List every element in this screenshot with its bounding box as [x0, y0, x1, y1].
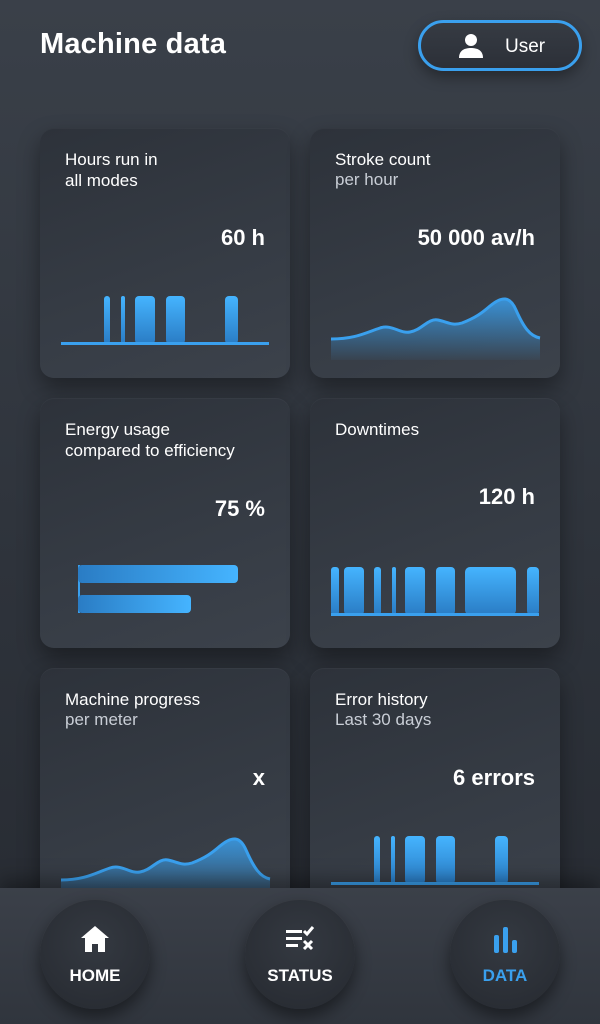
hours-bar-chart [61, 296, 269, 345]
bar [225, 296, 238, 344]
user-icon [459, 34, 483, 58]
user-button-label: User [505, 36, 546, 57]
baseline [61, 342, 269, 345]
baseline [331, 882, 539, 885]
user-button[interactable]: User [418, 20, 582, 71]
bar [374, 567, 381, 615]
baseline [331, 613, 539, 616]
bar [104, 296, 110, 344]
bar [436, 567, 455, 615]
bar-efficiency [78, 595, 191, 613]
area-fill [331, 298, 540, 360]
bar [405, 567, 425, 615]
downtimes-bar-chart [331, 567, 539, 616]
page-title: Machine data [40, 28, 227, 60]
bar [405, 836, 425, 884]
nav-status-label: STATUS [267, 966, 333, 985]
home-icon [81, 926, 109, 952]
bar-chart-icon [494, 927, 517, 953]
card-downtimes[interactable]: Downtimes 120 h [310, 398, 560, 648]
stroke-area-chart [330, 297, 541, 360]
checklist-icon [286, 926, 315, 951]
energy-horizontal-bar-chart [78, 565, 238, 613]
bar [166, 296, 185, 344]
card-machine-progress[interactable]: Machine progress per meter x [40, 668, 290, 918]
bar [135, 296, 155, 344]
bar [495, 836, 508, 884]
bar [527, 567, 539, 615]
bar [465, 567, 516, 615]
nav-status-button[interactable]: STATUS [245, 899, 355, 1009]
nav-data-label: DATA [482, 966, 528, 985]
bar [374, 836, 380, 884]
progress-area-chart [60, 837, 271, 908]
bar [331, 567, 339, 615]
bottom-navigation: HOME STATUS DATA [0, 888, 600, 1024]
bar [344, 567, 364, 615]
errors-bar-chart [331, 836, 539, 885]
header: Machine data User [0, 0, 600, 100]
bar [391, 836, 395, 884]
card-hours-run[interactable]: Hours run in all modes 60 h [40, 128, 290, 378]
nav-home-button[interactable]: HOME [40, 899, 150, 1009]
bar [121, 296, 125, 344]
card-energy-usage[interactable]: Energy usage compared to efficiency 75 % [40, 398, 290, 648]
bar [436, 836, 455, 884]
card-stroke-count[interactable]: Stroke count per hour 50 000 av/h [310, 128, 560, 378]
nav-data-button[interactable]: DATA [450, 899, 560, 1009]
nav-home-label: HOME [69, 966, 121, 985]
card-error-history[interactable]: Error history Last 30 days 6 errors [310, 668, 560, 918]
bar-usage [78, 565, 238, 583]
bar [392, 567, 396, 615]
